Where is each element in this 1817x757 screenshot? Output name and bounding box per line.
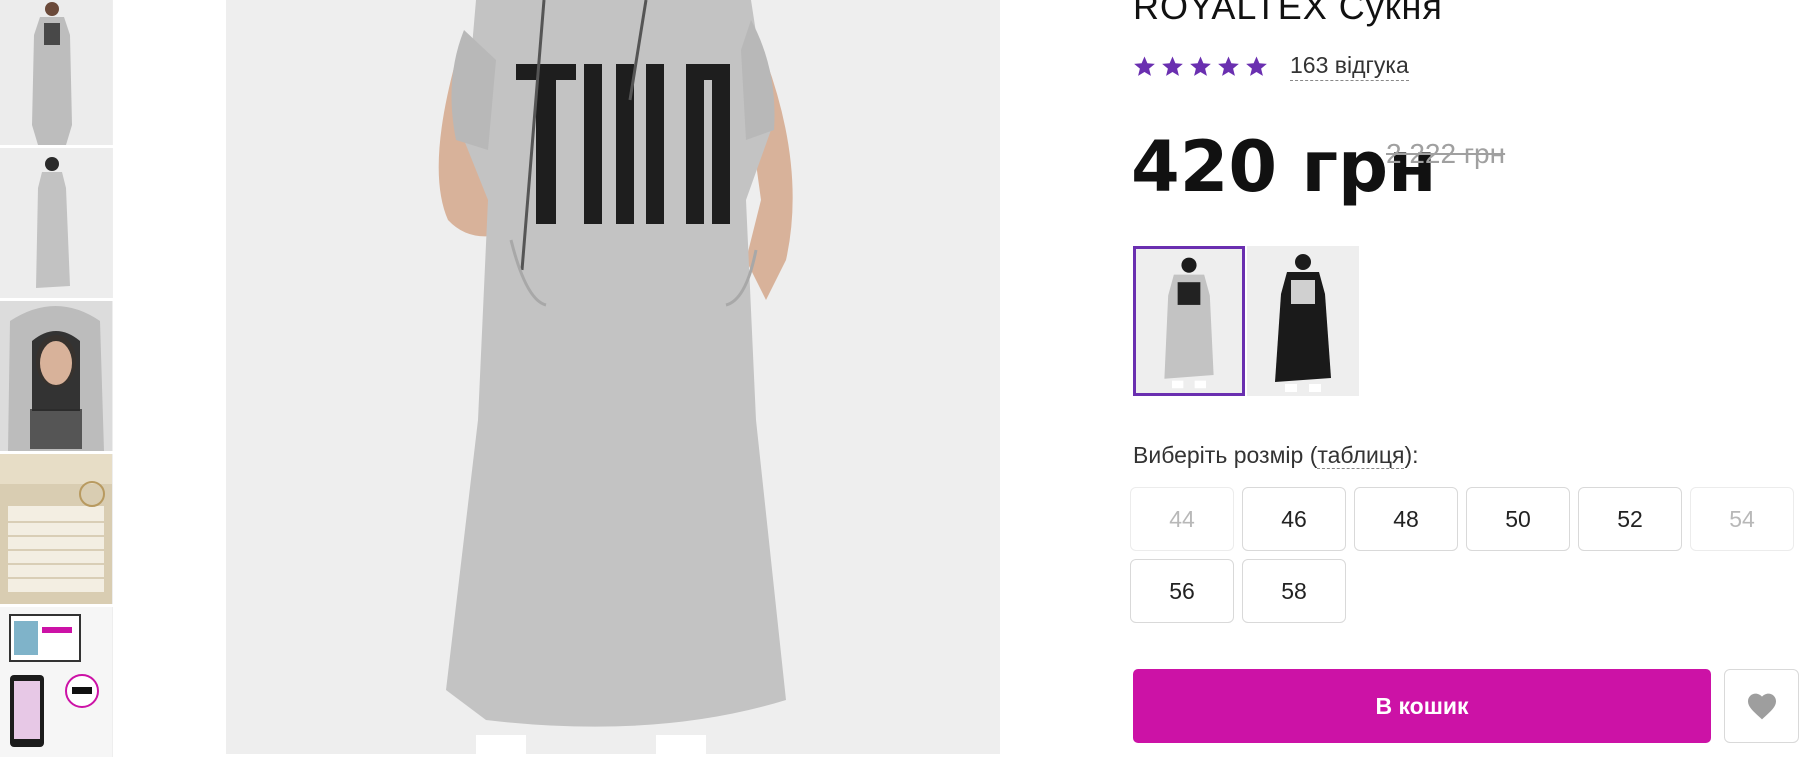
- size-option-58[interactable]: 58: [1242, 559, 1346, 623]
- favorite-button[interactable]: [1724, 669, 1799, 743]
- star-icon: [1246, 56, 1267, 76]
- rating-row: 163 відгука: [1133, 52, 1409, 81]
- star-icon: [1162, 56, 1183, 76]
- product-title: ROYALTEX Сукня: [1133, 0, 1443, 27]
- thumb-how-to-order[interactable]: [0, 607, 113, 757]
- size-option-44[interactable]: 44: [1130, 487, 1234, 551]
- old-price: 2 222 грн: [1386, 138, 1506, 169]
- size-table-link[interactable]: таблиця: [1317, 442, 1405, 469]
- size-label-text: Виберіть розмір: [1133, 442, 1304, 468]
- thumbnail-strip: [0, 0, 113, 757]
- star-icon: [1218, 56, 1239, 76]
- color-swatch-grey[interactable]: [1133, 246, 1245, 396]
- star-icon: [1134, 56, 1155, 76]
- size-option-50[interactable]: 50: [1466, 487, 1570, 551]
- size-option-52[interactable]: 52: [1578, 487, 1682, 551]
- rating-stars: [1133, 55, 1268, 78]
- thumb-dress-front[interactable]: [0, 0, 113, 145]
- size-label-suffix: ):: [1404, 442, 1419, 468]
- size-option-56[interactable]: 56: [1130, 559, 1234, 623]
- size-option-46[interactable]: 46: [1242, 487, 1346, 551]
- thumb-dress-side[interactable]: [0, 148, 113, 298]
- star-icon: [1190, 56, 1211, 76]
- add-to-cart-button[interactable]: В кошик: [1133, 669, 1711, 743]
- size-selector-label: Виберіть розмір (таблиця):: [1133, 442, 1419, 469]
- color-swatch-black[interactable]: [1247, 246, 1359, 396]
- main-product-image[interactable]: [226, 0, 1000, 754]
- reviews-link[interactable]: 163 відгука: [1290, 52, 1409, 81]
- size-option-48[interactable]: 48: [1354, 487, 1458, 551]
- size-option-54[interactable]: 54: [1690, 487, 1794, 551]
- thumb-size-chart[interactable]: [0, 454, 113, 604]
- heart-icon: [1747, 693, 1776, 720]
- thumb-hood-closeup[interactable]: [0, 301, 113, 451]
